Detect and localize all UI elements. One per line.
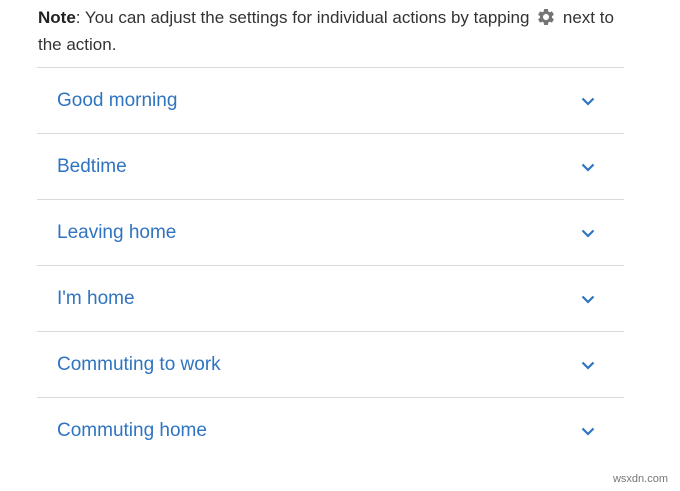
chevron-down-icon[interactable] — [580, 225, 596, 241]
accordion-item-bedtime[interactable]: Bedtime — [37, 134, 624, 200]
accordion-item-label: Commuting home — [57, 419, 207, 441]
chevron-down-icon[interactable] — [580, 291, 596, 307]
note-text-start: : You can adjust the settings for indivi… — [75, 8, 535, 27]
accordion-item-im-home[interactable]: I'm home — [37, 266, 624, 332]
accordion-item-label: Bedtime — [57, 155, 127, 177]
chevron-down-icon[interactable] — [580, 423, 596, 439]
accordion-item-label: Commuting to work — [57, 353, 221, 375]
accordion-item-label: I'm home — [57, 287, 135, 309]
chevron-down-icon[interactable] — [580, 357, 596, 373]
accordion-item-commuting-home[interactable]: Commuting home — [37, 398, 624, 463]
routines-accordion: Good morning Bedtime Leaving home I'm ho… — [37, 67, 624, 463]
chevron-down-icon[interactable] — [580, 93, 596, 109]
gear-icon — [538, 8, 554, 25]
accordion-item-commuting-to-work[interactable]: Commuting to work — [37, 332, 624, 398]
accordion-item-label: Leaving home — [57, 221, 177, 243]
accordion-item-label: Good morning — [57, 89, 178, 111]
accordion-item-good-morning[interactable]: Good morning — [37, 68, 624, 134]
chevron-down-icon[interactable] — [580, 159, 596, 175]
note-label: Note — [38, 8, 76, 27]
accordion-item-leaving-home[interactable]: Leaving home — [37, 200, 624, 266]
watermark: wsxdn.com — [612, 473, 668, 485]
note-paragraph: Note: You can adjust the settings for in… — [38, 4, 628, 58]
